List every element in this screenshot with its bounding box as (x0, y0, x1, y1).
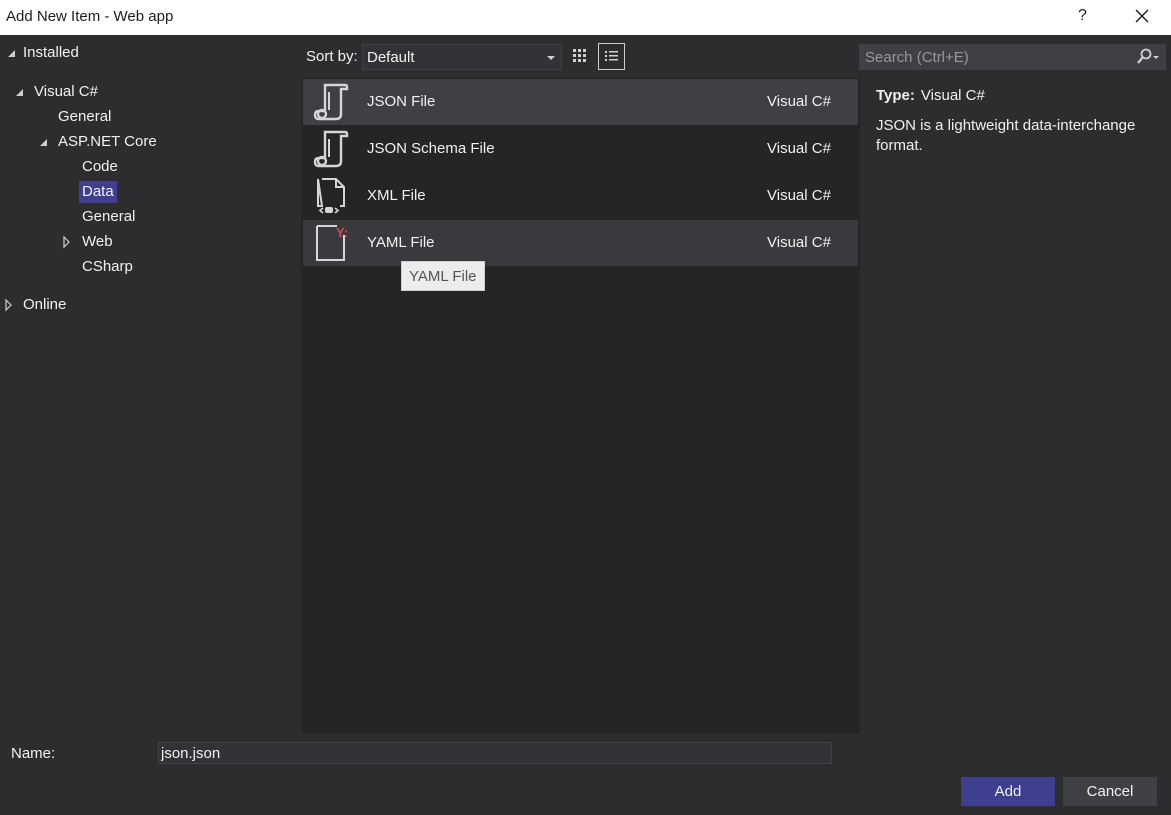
template-language: Visual C# (767, 187, 831, 204)
tree-label-data: Data (79, 181, 117, 203)
type-line: Type: Visual C# (876, 86, 1156, 106)
tree-label-csharp: CSharp (82, 258, 133, 275)
template-list: JSON File Visual C# JSON Schema File Vis… (301, 78, 860, 733)
yaml-file-icon: Y: (311, 223, 351, 263)
template-row-json-schema-file[interactable]: JSON Schema File Visual C# (303, 126, 858, 172)
grid-view-icon[interactable] (566, 43, 593, 70)
sort-by-value: Default (367, 49, 415, 66)
template-language: Visual C# (767, 93, 831, 110)
template-row-json-file[interactable]: JSON File Visual C# (303, 79, 858, 125)
window-title: Add New Item - Web app (6, 8, 174, 25)
tree-label-general-aspnet: General (82, 208, 136, 225)
template-name: JSON Schema File (367, 140, 495, 157)
sort-by-dropdown[interactable]: Default (362, 44, 562, 70)
title-bar: Add New Item - Web app ? (0, 0, 1171, 35)
cancel-button[interactable]: Cancel (1063, 777, 1157, 806)
search-box[interactable] (859, 44, 1166, 70)
template-name: YAML File (367, 234, 435, 251)
template-name: JSON File (367, 93, 436, 110)
collapsed-triangle-icon (3, 294, 15, 316)
tree-label-aspnet-core: ASP.NET Core (58, 133, 157, 150)
name-field[interactable] (158, 742, 832, 764)
tree-label-online: Online (23, 296, 67, 313)
tree-label-general: General (58, 108, 112, 125)
template-description: JSON is a lightweight data-interchange f… (876, 117, 1136, 154)
tree-label-visual-csharp: Visual C# (34, 83, 98, 100)
list-view-icon[interactable] (598, 43, 625, 70)
json-schema-file-icon (311, 129, 351, 169)
details-pane: Type: Visual C# JSON is a lightweight dat… (876, 86, 1156, 156)
expanded-triangle-icon (14, 81, 26, 103)
expanded-triangle-icon (6, 42, 18, 64)
category-tree: Installed Visual C# General ASP.NET Core… (0, 35, 300, 735)
collapsed-triangle-icon (61, 231, 73, 253)
help-button[interactable]: ? (1078, 7, 1087, 25)
dropdown-arrow-icon (547, 56, 555, 60)
tooltip: YAML File (401, 261, 485, 291)
tree-label-installed: Installed (23, 44, 79, 61)
type-label: Type: (876, 87, 915, 104)
add-button[interactable]: Add (961, 777, 1055, 806)
search-icon[interactable] (1134, 48, 1160, 66)
sort-by-label: Sort by: (306, 48, 358, 65)
tree-label-code: Code (82, 158, 118, 175)
template-language: Visual C# (767, 140, 831, 157)
template-row-xml-file[interactable]: XML File Visual C# (303, 173, 858, 219)
xml-file-icon (311, 176, 351, 216)
search-input[interactable] (859, 44, 1129, 70)
svg-text:Y:: Y: (336, 225, 348, 240)
template-name: XML File (367, 187, 426, 204)
tree-label-web: Web (82, 233, 113, 250)
json-file-icon (311, 82, 351, 122)
template-row-yaml-file[interactable]: Y: YAML File Visual C# (303, 220, 858, 266)
template-language: Visual C# (767, 234, 831, 251)
expanded-triangle-icon (38, 131, 50, 153)
type-value: Visual C# (920, 87, 985, 104)
name-label: Name: (11, 745, 56, 762)
close-icon[interactable] (1128, 2, 1156, 30)
